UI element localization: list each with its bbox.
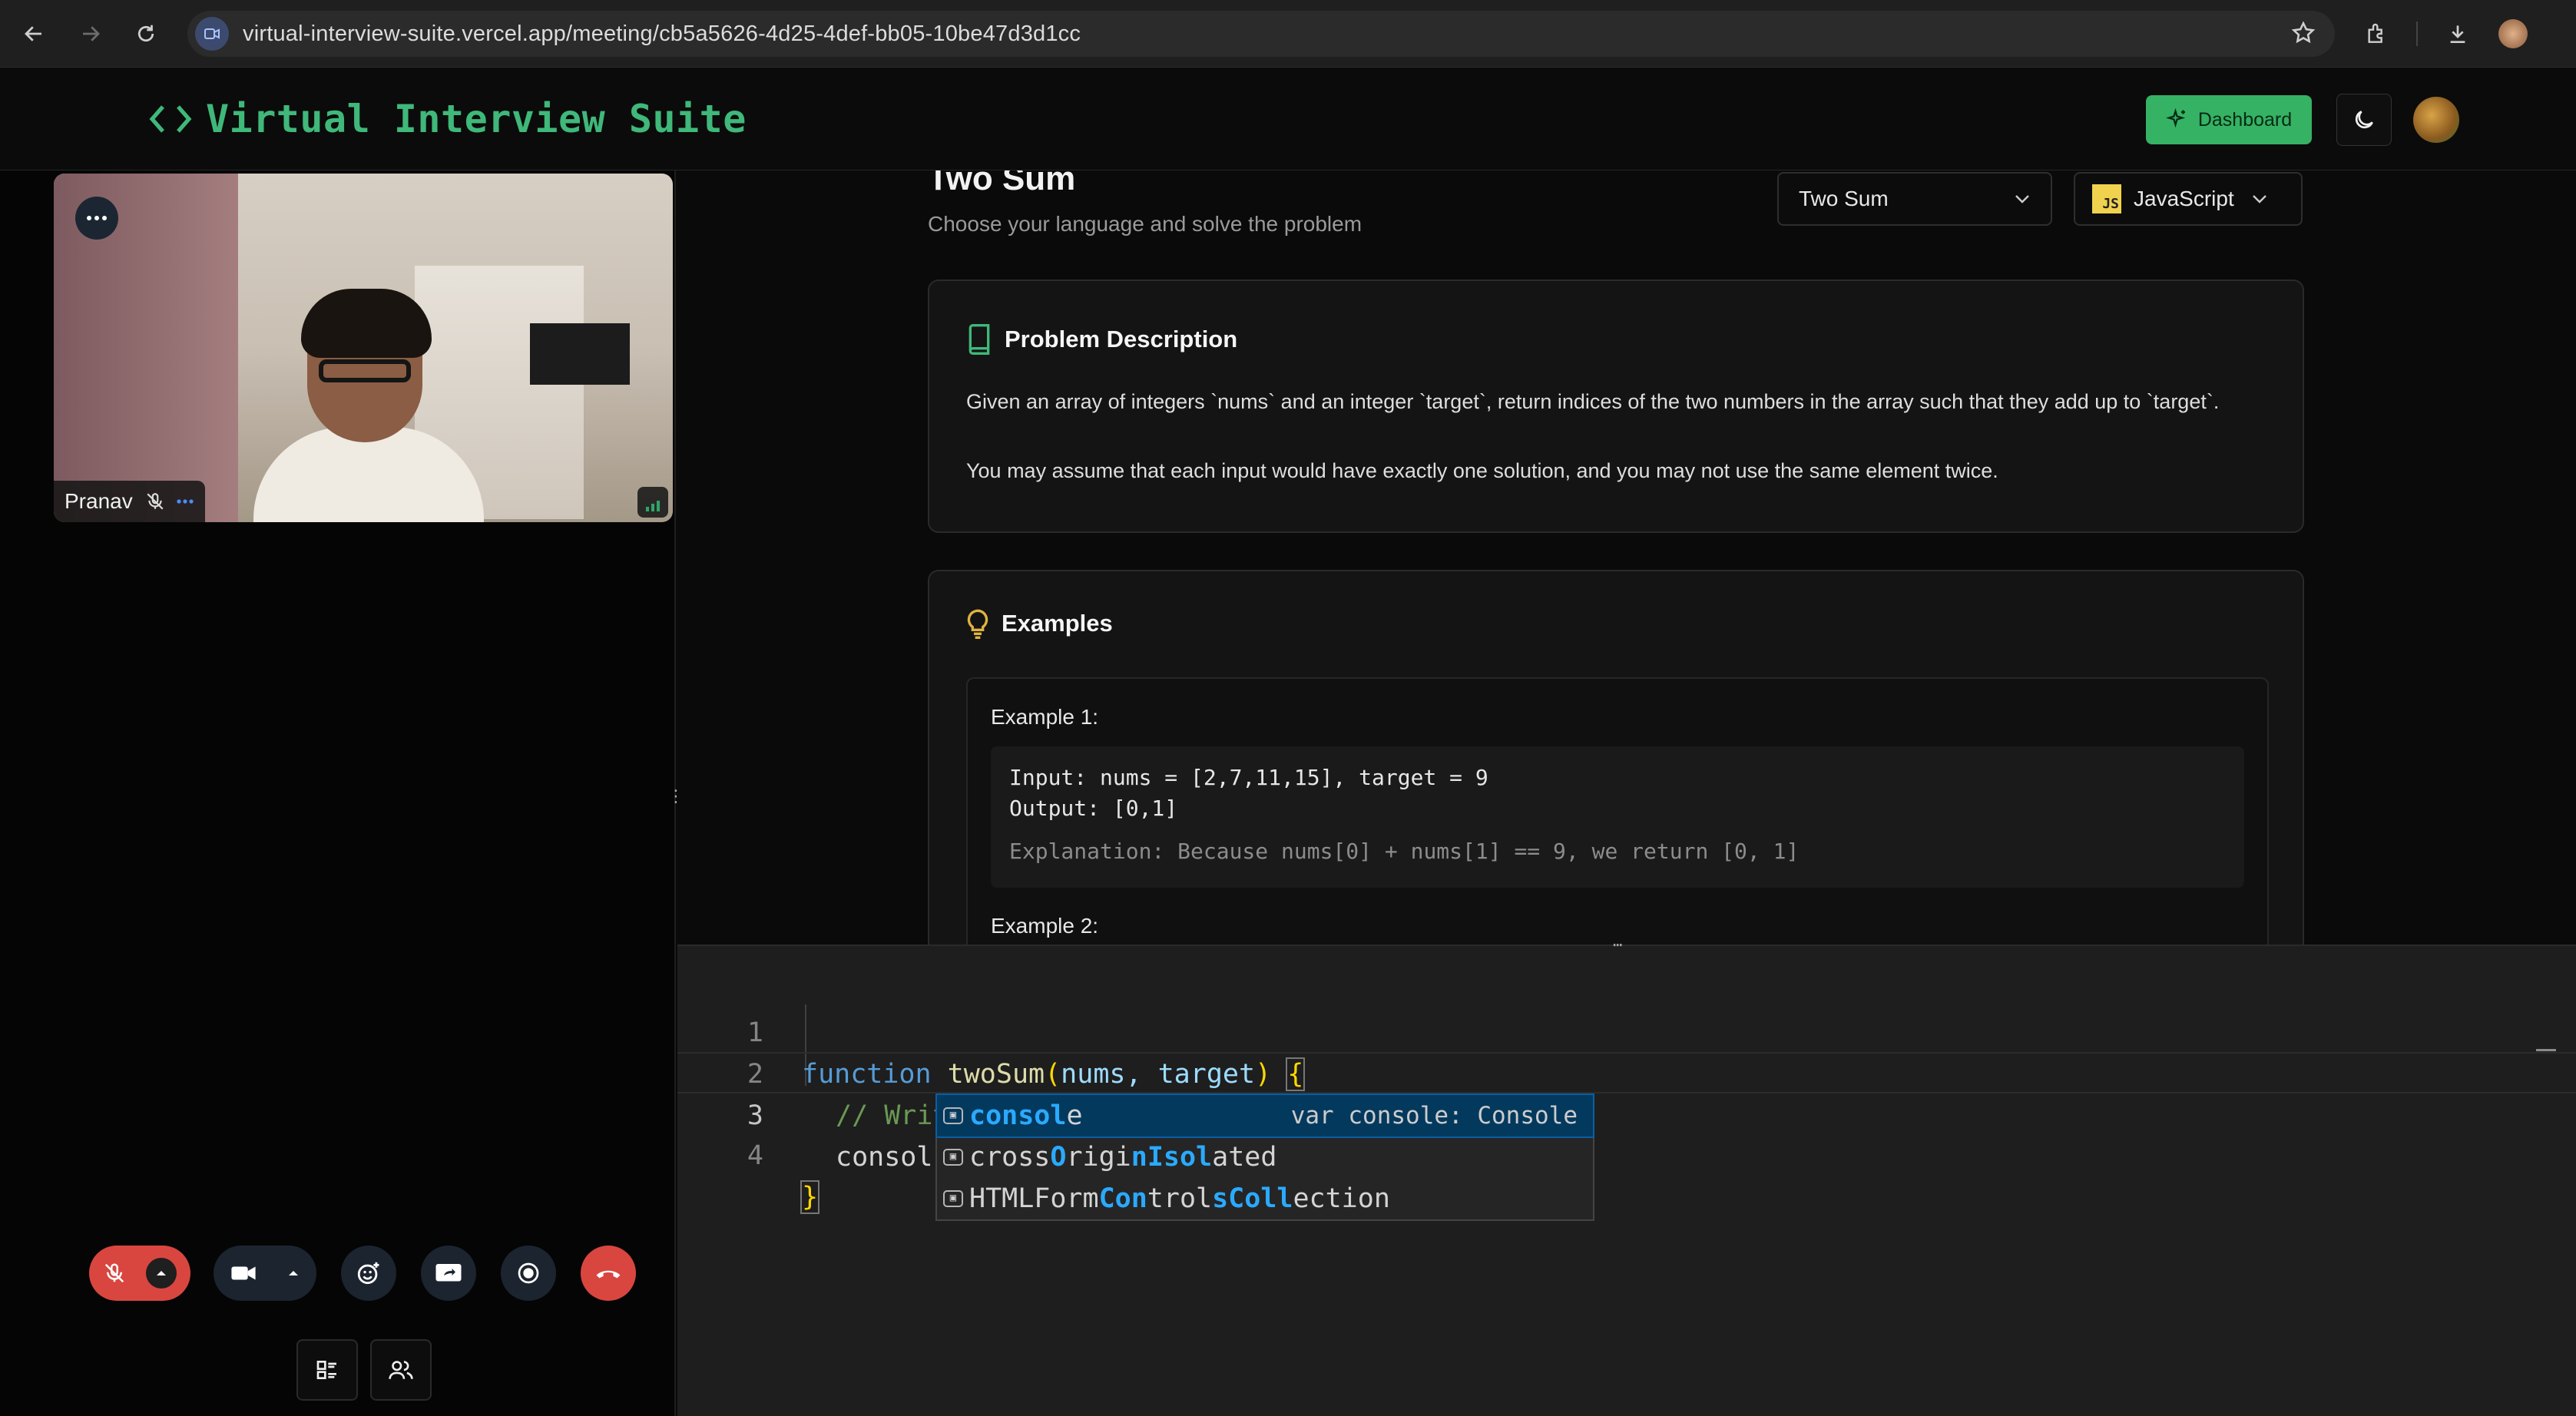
end-call-button[interactable] xyxy=(581,1246,636,1301)
reload-icon[interactable] xyxy=(129,17,163,51)
video-camera-icon xyxy=(231,1266,256,1280)
app-header: Virtual Interview Suite Dashboard xyxy=(0,68,2576,170)
browser-chrome: virtual-interview-suite.vercel.app/meeti… xyxy=(0,0,2576,68)
variable-icon: ▣ xyxy=(943,1107,963,1124)
list-layout-icon xyxy=(316,1361,336,1379)
chevron-down-icon xyxy=(2015,195,2029,203)
suggestion-detail: var console: Console xyxy=(1290,1102,1578,1130)
code-line-1[interactable]: 1 function twoSum(nums, target) { xyxy=(677,971,2576,1091)
example-1-explanation: Explanation: Because nums[0] + nums[1] =… xyxy=(1009,839,1800,864)
example-1-label: Example 1: xyxy=(991,705,1099,729)
url-text[interactable]: virtual-interview-suite.vercel.app/meeti… xyxy=(243,22,1081,47)
user-avatar[interactable] xyxy=(2413,97,2459,143)
profile-avatar-icon[interactable] xyxy=(2496,17,2530,51)
participant-video: Pranav xyxy=(54,174,673,522)
participant-label: Pranav xyxy=(54,481,205,522)
record-icon xyxy=(518,1262,539,1284)
problem-panel: Two Sum Choose your language and solve t… xyxy=(677,170,2576,945)
hang-up-icon xyxy=(596,1270,621,1279)
screen-share-button[interactable] xyxy=(421,1246,476,1301)
description-paragraph-2: You may assume that each input would hav… xyxy=(966,459,1998,482)
description-paragraph-1: Given an array of integers `nums` and an… xyxy=(966,390,2220,413)
example-1-code: Input: nums = [2,7,11,15], target = 9 Ou… xyxy=(991,746,2244,888)
camera-toggle-button[interactable] xyxy=(214,1246,316,1301)
examples-card: Examples Example 1: Input: nums = [2,7,1… xyxy=(928,570,2304,945)
suggestion-item[interactable]: ▣ HTMLFormControlsCollection xyxy=(937,1178,1593,1219)
microphone-toggle-button[interactable] xyxy=(89,1246,190,1301)
toolbar-divider xyxy=(2416,22,2418,46)
editor-resize-handle[interactable]: ⋯ xyxy=(1607,937,1628,952)
reaction-button[interactable] xyxy=(341,1246,396,1301)
language-select[interactable]: JS JavaScript xyxy=(2074,172,2303,226)
problem-select[interactable]: Two Sum xyxy=(1777,172,2052,226)
mic-muted-icon xyxy=(147,493,164,510)
connection-signal-icon xyxy=(637,487,668,518)
code-line-2[interactable]: 2 // Write your solution here xyxy=(677,1012,2576,1131)
line-number: 4 xyxy=(747,1140,763,1171)
code-brackets-icon xyxy=(149,105,192,133)
example-1: Example 1: Input: nums = [2,7,11,15], ta… xyxy=(966,677,2269,945)
book-icon xyxy=(968,324,990,355)
bookmark-star-icon[interactable] xyxy=(2290,20,2316,50)
download-icon[interactable] xyxy=(2441,17,2475,51)
sparkle-icon xyxy=(2165,108,2186,128)
forward-icon[interactable] xyxy=(74,17,108,51)
layout-toggle-button[interactable] xyxy=(296,1339,358,1401)
problem-title: Two Sum xyxy=(928,170,1076,197)
back-icon[interactable] xyxy=(17,17,51,51)
address-bar[interactable]: virtual-interview-suite.vercel.app/meeti… xyxy=(187,11,2335,57)
problem-description-card: Problem Description Given an array of in… xyxy=(928,280,2304,533)
video-more-options-button[interactable] xyxy=(75,197,118,240)
example-1-input: Input: nums = [2,7,11,15], target = 9 xyxy=(1009,765,1488,790)
participants-icon xyxy=(389,1361,413,1379)
dashboard-button[interactable]: Dashboard xyxy=(2146,95,2312,144)
brand-name: Virtual Interview Suite xyxy=(206,97,747,141)
suggestion-item[interactable]: ▣ crossOriginIsolated xyxy=(937,1136,1593,1178)
moon-icon xyxy=(2355,111,2373,129)
language-select-value: JavaScript xyxy=(2134,187,2234,210)
screen-share-icon xyxy=(435,1264,462,1282)
participants-button[interactable] xyxy=(370,1339,432,1401)
video-panel: Pranav xyxy=(0,170,676,1416)
autocomplete-suggestions: ▣ console var console: Console ▣ crossOr… xyxy=(935,1093,1594,1221)
mic-options-chevron-icon[interactable] xyxy=(146,1258,177,1289)
problem-subtitle: Choose your language and solve the probl… xyxy=(928,212,1362,236)
chevron-down-icon xyxy=(2252,195,2266,203)
theme-toggle-button[interactable] xyxy=(2336,94,2392,146)
more-dots-icon xyxy=(87,216,107,220)
brand-logo[interactable]: Virtual Interview Suite xyxy=(147,97,747,141)
example-1-output: Output: [0,1] xyxy=(1009,796,1178,821)
description-heading: Problem Description xyxy=(966,324,1237,355)
participant-name: Pranav xyxy=(65,489,133,513)
emoji-add-icon xyxy=(357,1262,379,1285)
extensions-icon[interactable] xyxy=(2359,17,2393,51)
problem-select-value: Two Sum xyxy=(1799,187,1889,210)
variable-icon: ▣ xyxy=(943,1149,963,1166)
site-camera-icon[interactable] xyxy=(195,17,229,51)
examples-heading: Examples xyxy=(966,608,1113,639)
variable-icon: ▣ xyxy=(943,1190,963,1207)
dashboard-label: Dashboard xyxy=(2197,108,2293,131)
record-button[interactable] xyxy=(501,1246,556,1301)
camera-options-chevron-icon[interactable] xyxy=(287,1269,300,1277)
participant-options-icon[interactable] xyxy=(176,498,194,505)
mic-off-icon xyxy=(104,1263,124,1283)
lightbulb-icon xyxy=(967,609,988,639)
javascript-logo-icon: JS xyxy=(2092,184,2121,213)
example-2-label: Example 2: xyxy=(991,914,1099,938)
code-line-3[interactable]: 3 consol xyxy=(677,1052,2576,1173)
suggestion-item[interactable]: ▣ console var console: Console xyxy=(935,1093,1594,1138)
